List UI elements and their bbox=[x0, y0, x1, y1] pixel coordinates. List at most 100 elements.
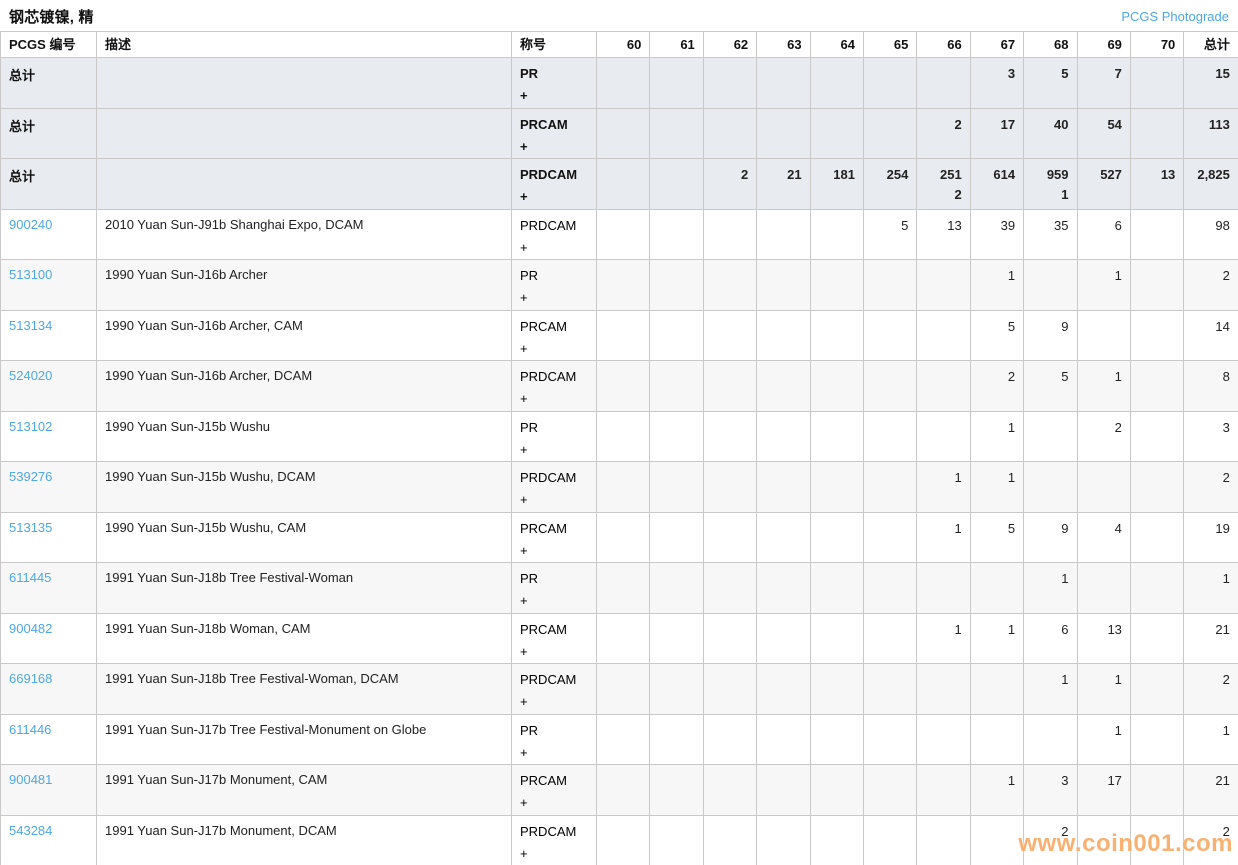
grade-count-cell bbox=[917, 563, 970, 614]
grade-count-cell: 1 bbox=[1077, 361, 1130, 412]
grade-count-cell bbox=[1130, 411, 1183, 462]
grade-count-cell bbox=[970, 815, 1023, 865]
grade-count-cell bbox=[757, 209, 810, 260]
pcgs-number-link[interactable]: 513134 bbox=[9, 318, 52, 333]
grade-count-cell: 40 bbox=[1024, 108, 1077, 159]
pcgs-number-link[interactable]: 513135 bbox=[9, 520, 52, 535]
pcgs-number-cell: 900240 bbox=[1, 209, 97, 260]
grade-count-cell bbox=[1130, 512, 1183, 563]
designation-name: PRCAM bbox=[520, 318, 588, 335]
count-value: 2,825 bbox=[1192, 166, 1230, 183]
count-value: 254 bbox=[872, 166, 908, 183]
grade-count-cell bbox=[650, 563, 703, 614]
grade-count-cell bbox=[810, 462, 863, 513]
pcgs-number-link[interactable]: 900481 bbox=[9, 772, 52, 787]
pcgs-number-cell: 513100 bbox=[1, 260, 97, 311]
grade-count-cell bbox=[650, 209, 703, 260]
designation-cell: PRDCAM+ bbox=[512, 209, 597, 260]
grade-count-cell bbox=[1130, 714, 1183, 765]
grade-count-cell bbox=[1077, 815, 1130, 865]
pcgs-number-link[interactable]: 611445 bbox=[9, 570, 51, 585]
pcgs-number-cell: 900482 bbox=[1, 613, 97, 664]
grade-count-cell bbox=[597, 664, 650, 715]
total-count-cell: 2 bbox=[1184, 664, 1238, 715]
designation-cell: PRCAM+ bbox=[512, 108, 597, 159]
grade-count-cell bbox=[757, 563, 810, 614]
grade-count-cell: 1 bbox=[917, 462, 970, 513]
grade-count-cell bbox=[757, 361, 810, 412]
coin-description: 1990 Yuan Sun-J16b Archer, DCAM bbox=[97, 361, 512, 412]
grade-count-cell bbox=[810, 209, 863, 260]
count-value: 8 bbox=[1192, 368, 1230, 385]
grade-count-cell bbox=[810, 765, 863, 816]
designation-plus: + bbox=[520, 693, 588, 710]
designation-plus: + bbox=[520, 744, 588, 761]
pcgs-photograde-link[interactable]: PCGS Photograde bbox=[1121, 9, 1229, 24]
total-row: 总计PRCAM+2174054113 bbox=[1, 108, 1238, 159]
count-value: 5 bbox=[979, 520, 1015, 537]
count-value: 40 bbox=[1032, 116, 1068, 133]
count-value: 527 bbox=[1086, 166, 1122, 183]
designation-name: PRDCAM bbox=[520, 166, 588, 183]
count-value: 35 bbox=[1032, 217, 1068, 234]
pcgs-number-link[interactable]: 611446 bbox=[9, 722, 51, 737]
count-value: 13 bbox=[925, 217, 961, 234]
count-value: 13 bbox=[1086, 621, 1122, 638]
total-count-cell: 19 bbox=[1184, 512, 1238, 563]
count-value: 1 bbox=[1192, 722, 1230, 739]
grade-count-cell bbox=[863, 714, 916, 765]
count-value: 614 bbox=[979, 166, 1015, 183]
pcgs-number-cell: 669168 bbox=[1, 664, 97, 715]
grade-count-cell: 2 bbox=[703, 159, 756, 210]
pcgs-number-cell: 539276 bbox=[1, 462, 97, 513]
total-row: 总计PRDCAM+22118125425126149591527132,825 bbox=[1, 159, 1238, 210]
count-value: 1 bbox=[1032, 671, 1068, 688]
total-count-cell: 2 bbox=[1184, 815, 1238, 865]
grade-count-cell bbox=[970, 563, 1023, 614]
count-value: 2 bbox=[1192, 671, 1230, 688]
pcgs-number-link[interactable]: 900482 bbox=[9, 621, 52, 636]
pcgs-number-link[interactable]: 513100 bbox=[9, 267, 52, 282]
pcgs-number-link[interactable]: 539276 bbox=[9, 469, 52, 484]
total-count-cell: 21 bbox=[1184, 613, 1238, 664]
count-value: 2 bbox=[1192, 823, 1230, 840]
coin-description: 1991 Yuan Sun-J17b Monument, CAM bbox=[97, 765, 512, 816]
grade-count-cell bbox=[597, 108, 650, 159]
grade-count-cell: 17 bbox=[1077, 765, 1130, 816]
pcgs-number-link[interactable]: 543284 bbox=[9, 823, 52, 838]
count-value: 1 bbox=[1086, 671, 1122, 688]
pcgs-number-link[interactable]: 669168 bbox=[9, 671, 52, 686]
grade-count-cell bbox=[863, 260, 916, 311]
grade-count-cell bbox=[810, 361, 863, 412]
column-header-grade-70: 70 bbox=[1130, 32, 1183, 58]
grade-count-cell: 5 bbox=[970, 310, 1023, 361]
designation-plus: + bbox=[520, 239, 588, 256]
grade-count-cell bbox=[1024, 260, 1077, 311]
pcgs-number-cell: 513102 bbox=[1, 411, 97, 462]
grade-count-cell: 254 bbox=[863, 159, 916, 210]
designation-cell: PR+ bbox=[512, 260, 597, 311]
table-row: 9002402010 Yuan Sun-J91b Shanghai Expo, … bbox=[1, 209, 1238, 260]
total-count-cell: 21 bbox=[1184, 765, 1238, 816]
grade-count-cell: 1 bbox=[1024, 563, 1077, 614]
pcgs-number-link[interactable]: 513102 bbox=[9, 419, 52, 434]
grade-count-cell bbox=[650, 108, 703, 159]
grade-count-cell bbox=[650, 714, 703, 765]
grade-count-cell bbox=[597, 58, 650, 109]
count-value: 1 bbox=[925, 469, 961, 486]
column-header-grade-60: 60 bbox=[597, 32, 650, 58]
grade-count-cell bbox=[703, 613, 756, 664]
designation-name: PR bbox=[520, 722, 588, 739]
pcgs-number-link[interactable]: 900240 bbox=[9, 217, 52, 232]
grade-count-cell bbox=[597, 159, 650, 210]
count-value: 1 bbox=[925, 520, 961, 537]
column-header-grade-68: 68 bbox=[1024, 32, 1077, 58]
pcgs-number-link[interactable]: 524020 bbox=[9, 368, 52, 383]
designation-name: PRDCAM bbox=[520, 823, 588, 840]
count-value: 1 bbox=[925, 621, 961, 638]
count-value: 1 bbox=[1032, 570, 1068, 587]
grade-count-cell bbox=[650, 664, 703, 715]
count-value: 3 bbox=[1032, 772, 1068, 789]
grade-count-cell bbox=[917, 411, 970, 462]
grade-count-cell bbox=[757, 512, 810, 563]
